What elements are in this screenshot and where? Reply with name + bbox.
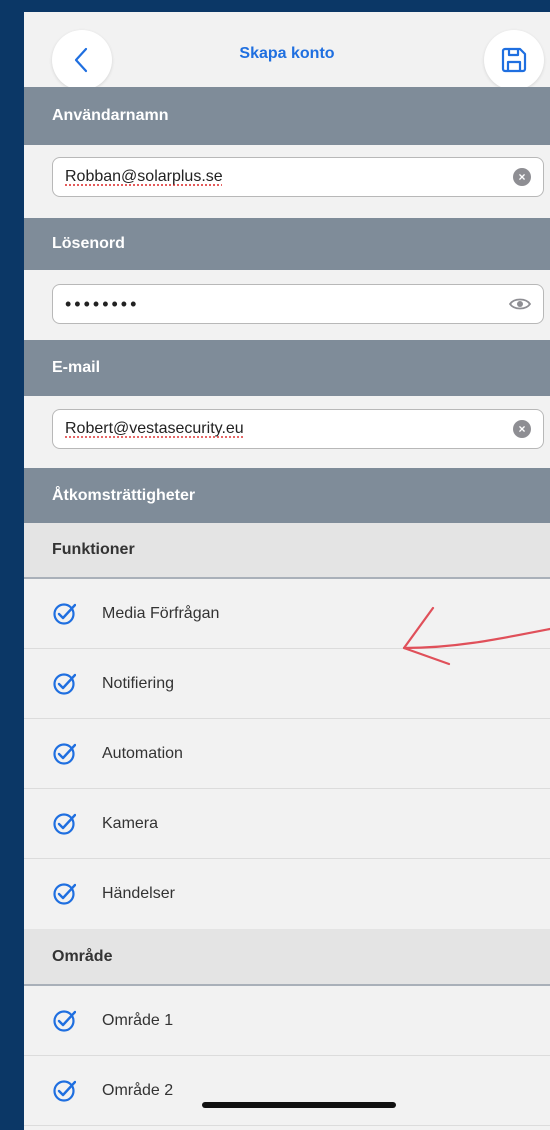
functions-label: Funktioner <box>52 541 135 558</box>
password-field[interactable]: •••••••• <box>52 284 544 324</box>
email-row: Robert@vestasecurity.eu × <box>24 396 550 468</box>
username-section-header: Användarnamn <box>24 87 550 145</box>
email-section-header: E-mail <box>24 340 550 396</box>
list-item[interactable]: Notifiering <box>24 649 550 719</box>
username-field[interactable]: Robban@solarplus.se × <box>52 157 544 197</box>
list-item[interactable]: Område 1 <box>24 986 550 1056</box>
back-button[interactable] <box>52 30 112 90</box>
list-item-label: Automation <box>102 744 183 762</box>
eye-icon[interactable] <box>509 297 531 311</box>
save-button[interactable] <box>484 30 544 90</box>
password-label: Lösenord <box>52 235 125 252</box>
list-item-label: Händelser <box>102 885 175 902</box>
password-section-header: Lösenord <box>24 218 550 270</box>
list-item-label: Område 2 <box>102 1081 174 1099</box>
checkmark-circle-icon[interactable] <box>52 812 76 836</box>
list-item[interactable]: Händelser <box>24 859 550 929</box>
list-item[interactable]: Område 2 <box>24 1056 550 1126</box>
chevron-left-icon <box>74 47 88 73</box>
list-item[interactable]: Media Förfrågan <box>24 579 550 649</box>
list-item[interactable]: Automation <box>24 719 550 789</box>
home-indicator <box>202 1102 396 1108</box>
email-label: E-mail <box>52 359 101 376</box>
username-value: Robban@solarplus.se <box>65 168 223 185</box>
checkmark-circle-icon[interactable] <box>52 672 76 696</box>
checkmark-circle-icon[interactable] <box>52 1079 76 1103</box>
list-item-label: Notifiering <box>102 674 175 692</box>
email-value: Robert@vestasecurity.eu <box>65 420 244 437</box>
access-label: Åtkomsträttigheter <box>52 486 196 504</box>
username-row: Robban@solarplus.se × <box>24 145 550 218</box>
functions-subheader: Funktioner <box>24 523 550 579</box>
password-row: •••••••• <box>24 270 550 340</box>
checkmark-circle-icon[interactable] <box>52 742 76 766</box>
list-item-label: Område 1 <box>102 1011 174 1029</box>
list-item-label: Kamera <box>102 814 159 832</box>
list-item[interactable]: Kamera <box>24 789 550 859</box>
area-subheader: Område <box>24 929 550 986</box>
access-section-header: Åtkomsträttigheter <box>24 468 550 523</box>
checkmark-circle-icon[interactable] <box>52 1009 76 1033</box>
email-field[interactable]: Robert@vestasecurity.eu × <box>52 409 544 449</box>
screen: Skapa konto Användarnamn Robban@solarplu… <box>24 12 550 1130</box>
checkmark-circle-icon[interactable] <box>52 602 76 626</box>
username-label: Användarnamn <box>52 107 169 124</box>
list-item-label: Media Förfrågan <box>102 604 220 622</box>
floppy-disk-icon <box>501 47 527 73</box>
nav-bar: Skapa konto <box>24 12 550 90</box>
checkmark-circle-icon[interactable] <box>52 882 76 906</box>
clear-icon[interactable]: × <box>513 168 531 186</box>
password-value: •••••••• <box>65 293 140 314</box>
clear-icon[interactable]: × <box>513 420 531 438</box>
area-label: Område <box>52 947 113 965</box>
